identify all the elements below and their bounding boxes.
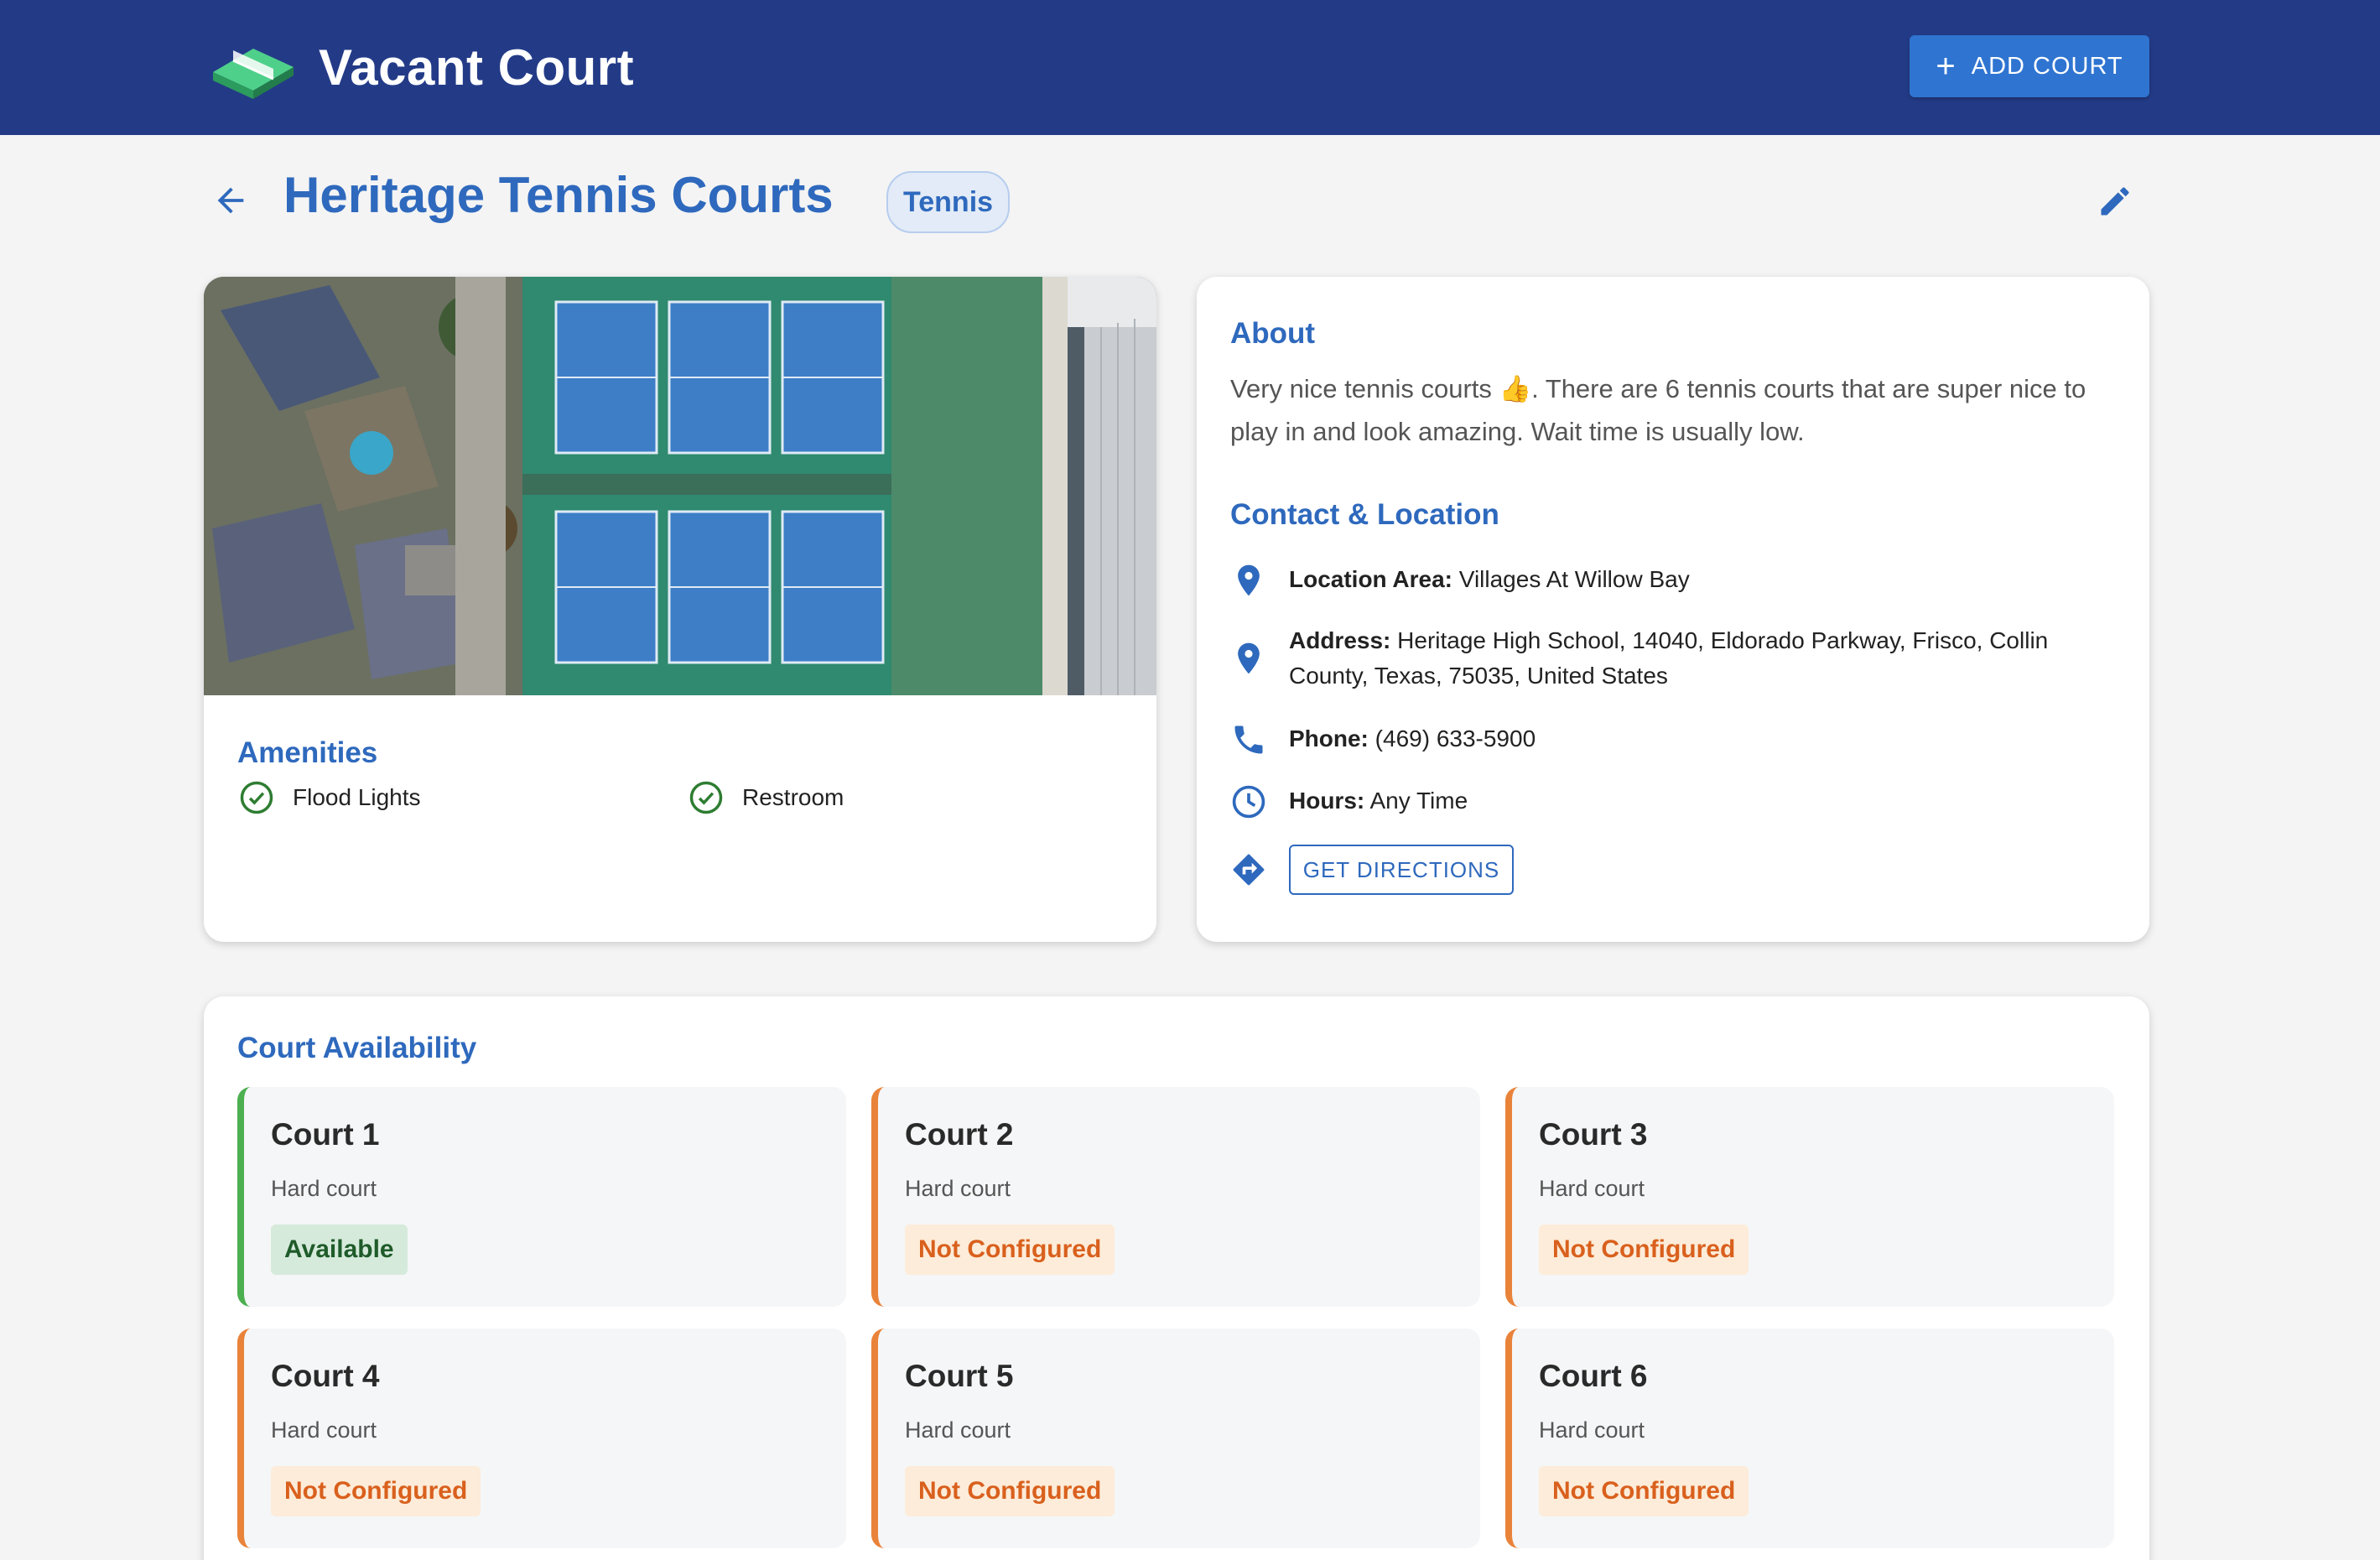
about-text: Very nice tennis courts 👍. There are 6 t…: [1230, 374, 2086, 446]
about-heading: About: [1230, 317, 1316, 350]
contact-heading: Contact & Location: [1230, 498, 1499, 531]
court-surface: Hard court: [905, 1417, 1011, 1443]
court-tile[interactable]: Court 3 Hard court Not Configured: [1505, 1087, 2114, 1307]
back-arrow-icon[interactable]: [211, 181, 250, 220]
hours-value: Any Time: [1369, 788, 1468, 814]
court-surface: Hard court: [905, 1176, 1011, 1201]
court-surface: Hard court: [271, 1417, 377, 1443]
court-name: Court 5: [905, 1359, 1014, 1393]
status-badge: Not Configured: [905, 1225, 1115, 1275]
court-name: Court 2: [905, 1117, 1014, 1152]
brand[interactable]: Vacant Court: [206, 29, 634, 106]
phone-value[interactable]: (469) 633-5900: [1375, 725, 1536, 751]
amenity-item: Restroom: [689, 780, 844, 815]
location-area-label: Location Area:: [1289, 566, 1452, 592]
phone-label: Phone:: [1289, 725, 1369, 751]
add-court-button[interactable]: + ADD COURT: [1910, 35, 2149, 97]
amenity-label: Flood Lights: [293, 784, 421, 810]
check-circle-icon: [240, 781, 273, 814]
availability-heading: Court Availability: [237, 1032, 477, 1064]
amenities-heading: Amenities: [237, 736, 378, 769]
address-row: Address: Heritage High School, 14040, El…: [1230, 623, 2119, 694]
directions-icon: [1233, 854, 1265, 886]
court-logo-icon: [213, 49, 294, 99]
address-value: Heritage High School, 14040, Eldorado Pa…: [1289, 627, 2049, 689]
status-badge: Available: [271, 1225, 408, 1275]
court-surface: Hard court: [1539, 1176, 1645, 1201]
status-badge: Not Configured: [1539, 1466, 1749, 1516]
phone-row: Phone: (469) 633-5900: [1230, 721, 2119, 758]
location-pin-icon: [1238, 642, 1260, 674]
court-name: Court 4: [271, 1359, 380, 1393]
status-badge: Not Configured: [271, 1466, 481, 1516]
amenity-label: Restroom: [742, 784, 844, 810]
page-title: Heritage Tennis Courts: [283, 167, 834, 223]
court-tile[interactable]: Court 1 Hard court Available: [237, 1087, 846, 1307]
location-area-value: Villages At Willow Bay: [1458, 566, 1690, 592]
hours-row: Hours: Any Time: [1230, 783, 2119, 820]
check-circle-icon: [689, 781, 723, 814]
hours-label: Hours:: [1289, 788, 1365, 814]
clock-icon: [1232, 785, 1265, 819]
get-directions-button[interactable]: GET DIRECTIONS: [1289, 845, 1514, 895]
court-tile[interactable]: Court 6 Hard court Not Configured: [1505, 1329, 2114, 1548]
address-label: Address:: [1289, 627, 1391, 653]
location-area-row: Location Area: Villages At Willow Bay: [1230, 562, 2119, 599]
app-header: Vacant Court + ADD COURT: [0, 0, 2380, 135]
phone-icon: [1234, 725, 1263, 754]
sport-chip: Tennis: [886, 171, 1011, 233]
location-pin-icon: [1238, 564, 1260, 596]
add-court-label: ADD COURT: [1971, 52, 2123, 80]
app-name: Vacant Court: [319, 39, 635, 96]
amenity-item: Flood Lights: [239, 780, 421, 815]
edit-pencil-icon[interactable]: [2097, 183, 2133, 220]
court-name: Court 1: [271, 1117, 380, 1152]
court-overview-card: Amenities Flood Lights Restroom: [204, 277, 1156, 942]
court-availability-card: Court Availability Court 1 Hard court Av…: [204, 996, 2149, 1560]
court-info-card: About Very nice tennis courts 👍. There a…: [1197, 277, 2149, 942]
court-surface: Hard court: [271, 1176, 377, 1201]
court-name: Court 3: [1539, 1117, 1648, 1152]
status-badge: Not Configured: [1539, 1225, 1749, 1275]
court-tile[interactable]: Court 2 Hard court Not Configured: [871, 1087, 1480, 1307]
court-tile[interactable]: Court 5 Hard court Not Configured: [871, 1329, 1480, 1548]
court-tile[interactable]: Court 4 Hard court Not Configured: [237, 1329, 846, 1548]
court-name: Court 6: [1539, 1359, 1648, 1393]
court-aerial-photo: [204, 277, 1156, 695]
status-badge: Not Configured: [905, 1466, 1115, 1516]
plus-icon: +: [1936, 48, 1956, 85]
court-surface: Hard court: [1539, 1417, 1645, 1443]
